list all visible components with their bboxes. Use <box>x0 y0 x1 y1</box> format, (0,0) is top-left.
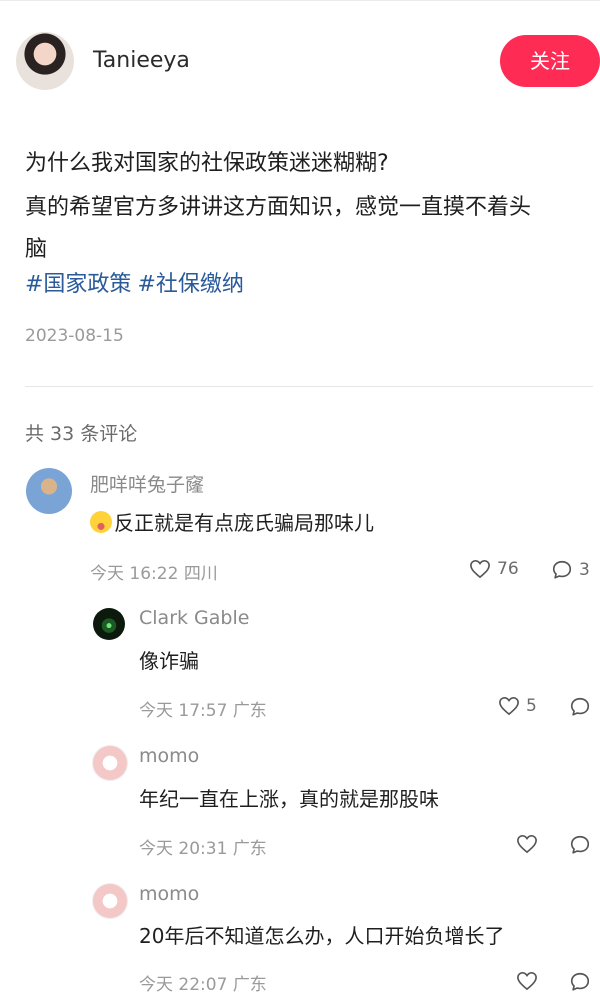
speech-bubble-icon <box>570 697 590 716</box>
comment-text[interactable]: 年纪一直在上涨，真的就是那股味 <box>139 783 439 812</box>
like-button[interactable]: 76 <box>469 559 519 579</box>
commenter-avatar[interactable] <box>92 883 128 919</box>
post-body: 为什么我对国家的社保政策迷迷糊糊? 真的希望官方多讲讲这方面知识，感觉一直摸不着… <box>25 142 590 272</box>
post-line: 为什么我对国家的社保政策迷迷糊糊? <box>25 151 389 176</box>
hashtag-link[interactable]: #国家政策 <box>25 272 131 297</box>
comment-text[interactable]: 像诈骗 <box>139 645 199 674</box>
commenter-name[interactable]: Clark Gable <box>139 607 249 629</box>
comment-text[interactable]: 反正就是有点庞氏骗局那味儿 <box>90 507 374 536</box>
comment-count: 共 33 条评论 <box>25 423 138 445</box>
commenter-name[interactable]: momo <box>139 745 199 767</box>
comment-meta: 今天 20:31 广东 <box>139 839 267 859</box>
commenter-avatar[interactable] <box>93 608 125 640</box>
post-tags: #国家政策 #社保缴纳 <box>25 265 250 305</box>
follow-button[interactable]: 关注 <box>500 35 600 87</box>
reply-button[interactable]: 3 <box>551 559 590 581</box>
author-name[interactable]: Tanieeya <box>93 48 190 73</box>
speech-bubble-icon <box>552 560 572 579</box>
like-button[interactable]: 5 <box>498 696 537 716</box>
reply-button[interactable] <box>569 696 591 718</box>
speech-bubble-icon <box>570 972 590 991</box>
comment-text[interactable]: 20年后不知道怎么办，人口开始负增长了 <box>139 920 504 949</box>
reply-count: 3 <box>579 560 590 580</box>
commenter-avatar[interactable] <box>92 745 128 781</box>
comment-meta: 今天 16:22 四川 <box>90 564 218 584</box>
heart-outline-icon <box>470 559 490 579</box>
like-count: 5 <box>526 696 537 716</box>
commenter-name[interactable]: 肥咩咩兔子窿 <box>90 470 204 497</box>
post-line: 真的希望官方多讲讲这方面知识，感觉一直摸不着头 <box>25 195 532 220</box>
hashtag-link[interactable]: #社保缴纳 <box>137 272 243 297</box>
post-date: 2023-08-15 <box>25 326 124 346</box>
like-button[interactable] <box>516 834 538 854</box>
top-divider <box>0 0 600 1</box>
comment-meta: 今天 17:57 广东 <box>139 701 267 721</box>
like-button[interactable] <box>516 971 538 991</box>
heart-outline-icon <box>499 696 519 716</box>
like-count: 76 <box>497 559 519 579</box>
crying-face-icon <box>90 511 112 533</box>
heart-outline-icon <box>517 834 537 854</box>
speech-bubble-icon <box>570 835 590 854</box>
section-divider <box>25 386 593 387</box>
heart-outline-icon <box>517 971 537 991</box>
commenter-avatar[interactable] <box>26 468 72 514</box>
reply-button[interactable] <box>569 971 591 993</box>
reply-button[interactable] <box>569 834 591 856</box>
author-avatar[interactable] <box>16 32 74 90</box>
commenter-name[interactable]: momo <box>139 883 199 905</box>
comment-meta: 今天 22:07 广东 <box>139 975 267 995</box>
